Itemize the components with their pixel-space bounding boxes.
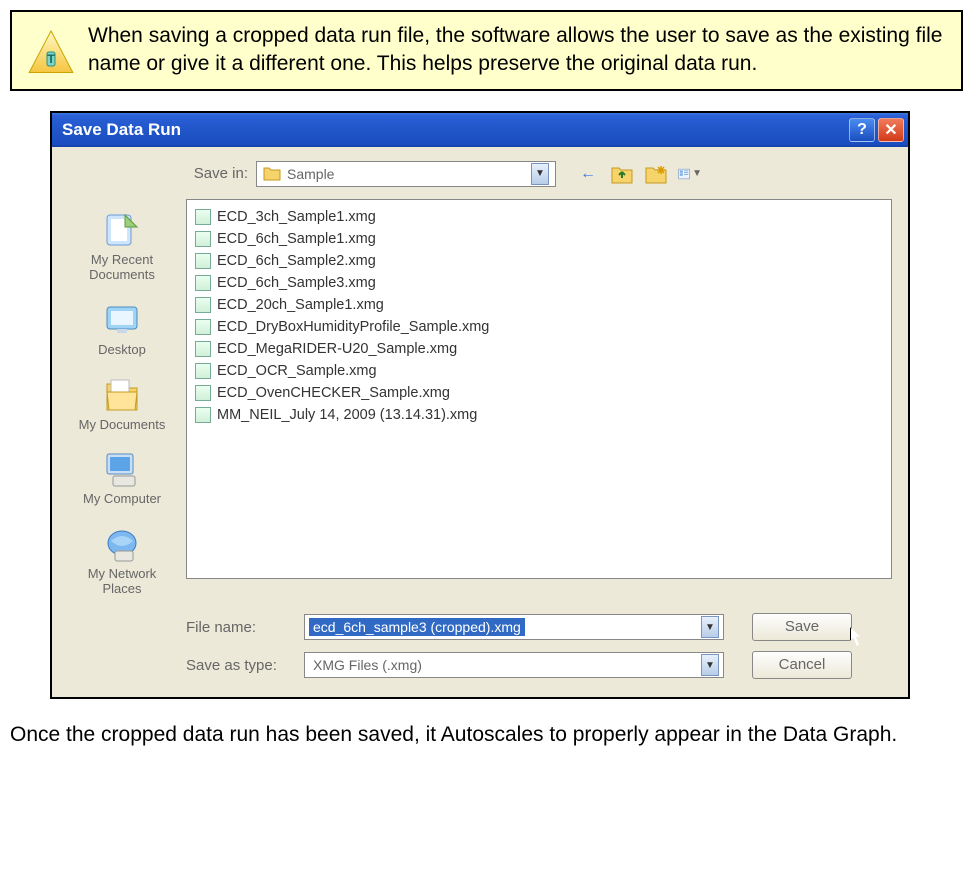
- save-dialog-frame: Save Data Run ? ✕ Save in: Sample ▼ ←: [50, 111, 910, 700]
- close-button[interactable]: ✕: [878, 118, 904, 142]
- xmg-file-icon: [195, 363, 211, 379]
- save-in-row: Save in: Sample ▼ ←: [168, 161, 892, 187]
- folder-icon: [263, 167, 281, 181]
- svg-text:T: T: [47, 52, 55, 66]
- new-folder-icon[interactable]: [644, 162, 668, 186]
- place-network[interactable]: My Network Places: [72, 517, 172, 603]
- views-icon[interactable]: ▼: [678, 162, 702, 186]
- network-places-icon: [101, 523, 143, 565]
- file-list[interactable]: ECD_3ch_Sample1.xmg ECD_6ch_Sample1.xmg …: [186, 199, 892, 579]
- save-as-type-value: XMG Files (.xmg): [309, 656, 426, 674]
- recent-documents-icon: [101, 209, 143, 251]
- xmg-file-icon: [195, 319, 211, 335]
- list-item[interactable]: ECD_6ch_Sample2.xmg: [195, 250, 883, 272]
- xmg-file-icon: [195, 209, 211, 225]
- list-item[interactable]: ECD_DryBoxHumidityProfile_Sample.xmg: [195, 316, 883, 338]
- titlebar[interactable]: Save Data Run ? ✕: [52, 113, 908, 147]
- tip-text: When saving a cropped data run file, the…: [88, 22, 947, 79]
- place-label: My Documents: [79, 418, 166, 433]
- chevron-down-icon[interactable]: ▼: [531, 163, 549, 185]
- place-label: My Recent Documents: [74, 253, 170, 283]
- xmg-file-icon: [195, 385, 211, 401]
- list-item[interactable]: ECD_OvenCHECKER_Sample.xmg: [195, 382, 883, 404]
- xmg-file-icon: [195, 275, 211, 291]
- place-mycomputer[interactable]: My Computer: [72, 442, 172, 513]
- chevron-down-icon[interactable]: ▼: [701, 654, 719, 676]
- place-label: My Computer: [83, 492, 161, 507]
- xmg-file-icon: [195, 341, 211, 357]
- help-button[interactable]: ?: [849, 118, 875, 142]
- xmg-file-icon: [195, 253, 211, 269]
- chevron-down-icon: ▼: [692, 168, 702, 179]
- tip-triangle-icon: T: [26, 28, 76, 78]
- list-item[interactable]: ECD_3ch_Sample1.xmg: [195, 206, 883, 228]
- place-label: My Network Places: [74, 567, 170, 597]
- place-recent[interactable]: My Recent Documents: [72, 203, 172, 289]
- file-name-input[interactable]: ecd_6ch_sample3 (cropped).xmg ▼: [304, 614, 724, 640]
- save-as-type-select[interactable]: XMG Files (.xmg) ▼: [304, 652, 724, 678]
- save-data-run-dialog: Save Data Run ? ✕ Save in: Sample ▼ ←: [52, 113, 908, 698]
- list-item[interactable]: ECD_20ch_Sample1.xmg: [195, 294, 883, 316]
- chevron-down-icon[interactable]: ▼: [701, 616, 719, 638]
- place-desktop[interactable]: Desktop: [72, 293, 172, 364]
- place-label: Desktop: [98, 343, 146, 358]
- save-in-folder-name: Sample: [287, 166, 334, 182]
- my-computer-icon: [101, 448, 143, 490]
- save-in-combo[interactable]: Sample ▼: [256, 161, 556, 187]
- place-mydocs[interactable]: My Documents: [72, 368, 172, 439]
- places-bar: My Recent Documents Desktop: [68, 199, 176, 608]
- file-name-label: File name:: [186, 619, 296, 636]
- footer-paragraph: Once the cropped data run has been saved…: [10, 721, 963, 749]
- save-as-type-label: Save as type:: [186, 657, 296, 674]
- desktop-icon: [101, 299, 143, 341]
- tip-callout: T When saving a cropped data run file, t…: [10, 10, 963, 91]
- list-item[interactable]: ECD_6ch_Sample3.xmg: [195, 272, 883, 294]
- list-item[interactable]: ECD_6ch_Sample1.xmg: [195, 228, 883, 250]
- list-item[interactable]: ECD_MegaRIDER-U20_Sample.xmg: [195, 338, 883, 360]
- list-item[interactable]: MM_NEIL_July 14, 2009 (13.14.31).xmg: [195, 404, 883, 426]
- up-one-level-icon[interactable]: [610, 162, 634, 186]
- dialog-title: Save Data Run: [62, 120, 849, 140]
- file-name-value: ecd_6ch_sample3 (cropped).xmg: [309, 618, 525, 636]
- save-in-label: Save in:: [168, 165, 248, 182]
- save-button[interactable]: Save: [752, 613, 852, 641]
- list-item[interactable]: ECD_OCR_Sample.xmg: [195, 360, 883, 382]
- my-documents-icon: [101, 374, 143, 416]
- cancel-button[interactable]: Cancel: [752, 651, 852, 679]
- xmg-file-icon: [195, 297, 211, 313]
- back-icon[interactable]: ←: [576, 162, 600, 186]
- xmg-file-icon: [195, 407, 211, 423]
- xmg-file-icon: [195, 231, 211, 247]
